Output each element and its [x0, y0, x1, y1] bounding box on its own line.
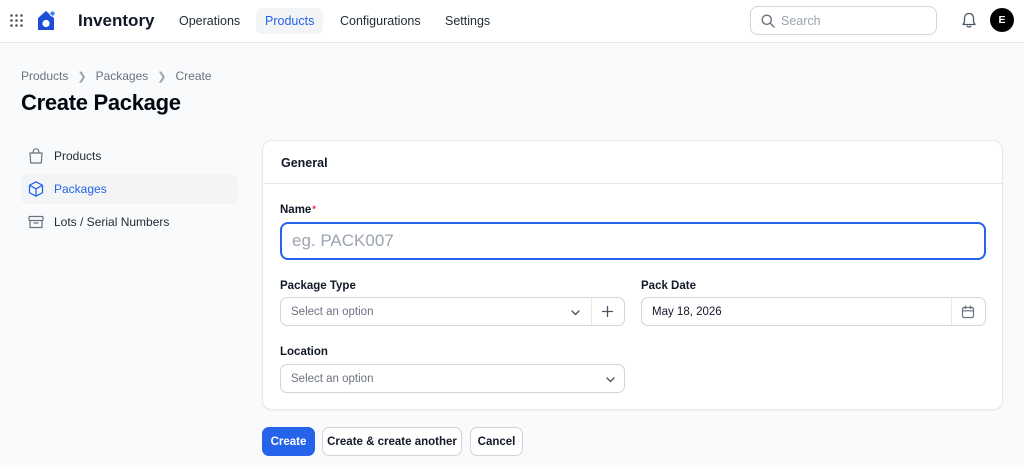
pack-date-label: Pack Date [641, 280, 696, 292]
sidebar-item-label: Packages [54, 182, 107, 196]
select-divider [591, 298, 592, 325]
date-divider [951, 298, 952, 325]
nav-products[interactable]: Products [256, 8, 324, 34]
sidebar-item-packages[interactable]: Packages [21, 174, 238, 204]
app-title[interactable]: Inventory [78, 11, 155, 31]
inventory-logo-icon[interactable] [36, 10, 56, 32]
sidebar-item-lots-serial-numbers[interactable]: Lots / Serial Numbers [21, 207, 238, 237]
sidebar-item-label: Products [54, 149, 102, 163]
app-grid-icon[interactable] [10, 14, 23, 27]
card-header: General [263, 141, 1002, 184]
calendar-icon[interactable] [961, 305, 975, 319]
name-field[interactable] [280, 222, 986, 260]
chevron-right-icon: ❯ [77, 70, 87, 83]
location-label: Location [280, 346, 328, 358]
name-label: Name* [280, 204, 316, 216]
section-title: General [281, 156, 328, 170]
create-another-button[interactable]: Create & create another [322, 427, 462, 456]
breadcrumb-packages[interactable]: Packages [96, 69, 149, 83]
name-input[interactable] [282, 224, 984, 258]
nav-settings[interactable]: Settings [436, 8, 499, 34]
sidebar-item-label: Lots / Serial Numbers [54, 215, 170, 229]
breadcrumb-create: Create [175, 69, 212, 83]
location-placeholder: Select an option [291, 373, 374, 385]
chevron-down-icon[interactable] [570, 307, 581, 318]
user-avatar[interactable]: E [990, 8, 1014, 32]
nav-operations[interactable]: Operations [170, 8, 249, 34]
archive-box-icon [28, 215, 44, 229]
form-card-general: General Name* Package Type Select an opt… [262, 140, 1003, 410]
nav-configurations[interactable]: Configurations [331, 8, 430, 34]
breadcrumb: Products ❯ Packages ❯ Create [21, 69, 212, 83]
required-marker: * [312, 204, 316, 214]
chevron-down-icon[interactable] [605, 374, 616, 385]
top-navbar: Inventory Operations Products Configurat… [0, 0, 1024, 43]
package-type-select[interactable]: Select an option [280, 297, 625, 326]
cancel-button[interactable]: Cancel [470, 427, 523, 456]
package-type-placeholder: Select an option [291, 306, 374, 318]
page-title: Create Package [21, 90, 181, 115]
create-button[interactable]: Create [262, 427, 315, 456]
search-input[interactable] [781, 12, 931, 30]
pack-date-picker[interactable]: May 18, 2026 [641, 297, 986, 326]
create-option-plus-icon[interactable] [601, 305, 614, 318]
package-type-label: Package Type [280, 280, 356, 292]
shopping-bag-icon [29, 148, 43, 164]
location-select[interactable]: Select an option [280, 364, 625, 393]
notifications-bell-icon[interactable] [961, 12, 977, 29]
search-icon [761, 14, 775, 28]
sidebar-item-products[interactable]: Products [21, 141, 238, 171]
pack-date-value: May 18, 2026 [652, 306, 722, 318]
chevron-right-icon: ❯ [157, 70, 167, 83]
search-box[interactable] [750, 6, 937, 35]
breadcrumb-products[interactable]: Products [21, 69, 68, 83]
name-label-text: Name [280, 204, 312, 216]
cube-icon [28, 181, 44, 197]
